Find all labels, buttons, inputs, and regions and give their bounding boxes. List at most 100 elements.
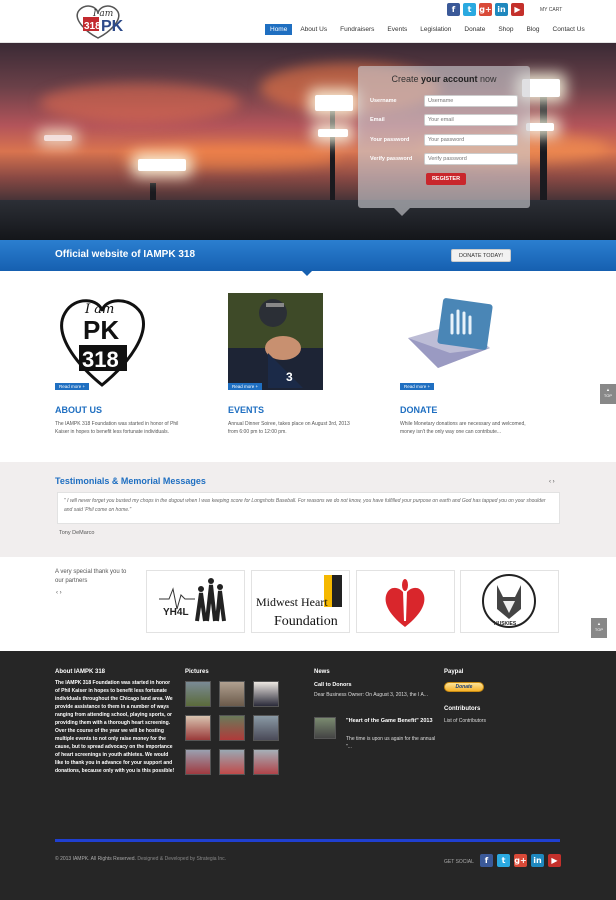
partners-text: A very special thank you to our partners <box>55 569 127 584</box>
footer-divider <box>55 839 560 842</box>
official-band: Official website of IAMPK 318 DONATE TOD… <box>0 240 616 276</box>
about-read-more-button[interactable]: Read more + <box>55 383 90 390</box>
top-label: TOP <box>594 627 604 632</box>
testimonial-quote: " I will never forget you busted my chop… <box>57 492 560 524</box>
gallery-thumbnail[interactable] <box>185 749 211 775</box>
svg-text:Foundation: Foundation <box>274 614 338 629</box>
gallery-thumbnail[interactable] <box>219 681 245 707</box>
main-nav: Home About Us Fundraisers Events Legisla… <box>265 24 593 35</box>
band-notch <box>302 271 312 276</box>
google-plus-icon[interactable]: g+ <box>514 854 527 867</box>
scroll-to-top-button[interactable]: ▲ TOP <box>600 384 616 404</box>
scroll-to-top-button-2[interactable]: ▲ TOP <box>591 618 607 638</box>
nav-blog[interactable]: Blog <box>522 24 545 35</box>
register-title: Create your account now <box>391 74 497 84</box>
verify-password-label: Verify password <box>370 156 413 162</box>
svg-text:3: 3 <box>286 370 293 384</box>
footer-pictures-heading: Pictures <box>185 669 209 675</box>
events-read-more-button[interactable]: Read more + <box>228 383 263 390</box>
linkedin-icon[interactable]: in <box>495 3 508 16</box>
twitter-icon[interactable]: t <box>497 854 510 867</box>
nav-fundraisers[interactable]: Fundraisers <box>335 24 379 35</box>
donate-today-button[interactable]: DONATE TODAY! <box>451 249 511 262</box>
get-social-label: GET SOCIAL <box>444 859 474 865</box>
register-button[interactable]: REGISTER <box>426 173 466 185</box>
stadium-light <box>318 129 348 137</box>
yh4l-logo: YH4L <box>159 578 226 622</box>
events-heading[interactable]: EVENTS <box>228 405 264 415</box>
nav-donate[interactable]: Donate <box>459 24 490 35</box>
stadium-light <box>138 159 186 171</box>
gallery-thumbnail[interactable] <box>219 749 245 775</box>
news-item-excerpt: Dear Business Owner: On August 3, 2013, … <box>314 692 428 698</box>
paypal-donate-button[interactable]: Donate <box>444 682 484 692</box>
youtube-icon[interactable]: ▶ <box>511 3 524 16</box>
band-title: Official website of IAMPK 318 <box>55 249 196 260</box>
about-heading[interactable]: ABOUT US <box>55 405 102 415</box>
password-input[interactable] <box>424 134 518 146</box>
twitter-icon[interactable]: t <box>463 3 476 16</box>
contributors-link[interactable]: List of Contributors <box>444 717 486 725</box>
svg-text:Midwest Heart: Midwest Heart <box>256 595 328 609</box>
sky-cloud <box>40 83 240 123</box>
gallery-thumbnail[interactable] <box>185 715 211 741</box>
donate-envelope-image <box>400 293 495 390</box>
site-header: I am 318 PK f t g+ in ▶ MY CART Home Abo… <box>0 0 616 43</box>
testimonial-author: Tony DeMarco <box>59 530 95 536</box>
gallery-thumbnail[interactable] <box>253 715 279 741</box>
header-social-links: f t g+ in ▶ <box>447 3 524 16</box>
svg-text:318: 318 <box>82 347 119 372</box>
events-text: Annual Dinner Soiree, takes place on Aug… <box>228 421 350 435</box>
gallery-thumbnail[interactable] <box>185 681 211 707</box>
footer-about-text: The IAMPK 318 Foundation was started in … <box>55 680 175 774</box>
facebook-icon[interactable]: f <box>480 854 493 867</box>
news-thumbnail[interactable] <box>314 717 336 739</box>
youtube-icon[interactable]: ▶ <box>548 854 561 867</box>
testimonials-heading: Testimonials & Memorial Messages <box>55 476 206 486</box>
stadium-light <box>526 123 554 131</box>
partners-arrows[interactable]: ‹ › <box>56 590 62 596</box>
linkedin-icon[interactable]: in <box>531 854 544 867</box>
news-item-excerpt: The time is upon us again for the annual… <box>346 736 436 750</box>
donate-read-more-button[interactable]: Read more + <box>400 383 435 390</box>
google-plus-icon[interactable]: g+ <box>479 3 492 16</box>
password-label: Your password <box>370 137 410 143</box>
svg-text:PK: PK <box>83 315 119 345</box>
facebook-icon[interactable]: f <box>447 3 460 16</box>
huskies-logo: HUSKIES <box>482 574 536 628</box>
footer-paypal-heading: Paypal <box>444 669 464 675</box>
news-item-title[interactable]: "Heart of the Game Benefit" 2013 <box>346 717 436 725</box>
gallery-thumbnail[interactable] <box>253 749 279 775</box>
partner-logo-huskies[interactable]: HUSKIES <box>460 570 559 633</box>
top-label: TOP <box>603 393 613 398</box>
nav-events[interactable]: Events <box>382 24 412 35</box>
stadium-light <box>44 135 72 141</box>
hero-banner: Create your account now Username Email Y… <box>0 43 616 240</box>
testimonial-arrows[interactable]: ‹ › <box>549 479 555 485</box>
gallery-thumbnail[interactable] <box>253 681 279 707</box>
footer-social-links: f t g+ in ▶ <box>480 854 561 867</box>
nav-shop[interactable]: Shop <box>493 24 518 35</box>
copyright-text: © 2013 IAMPK. All Rights Reserved. Desig… <box>55 856 227 862</box>
partner-logo-midwest-heart[interactable]: Midwest Heart Foundation <box>251 570 350 633</box>
email-label: Email <box>370 117 385 123</box>
nav-home[interactable]: Home <box>265 24 293 35</box>
partner-logo-aha[interactable] <box>356 570 455 633</box>
site-logo[interactable]: I am 318 PK <box>70 4 140 40</box>
footer-news-heading: News <box>314 669 330 675</box>
nav-legislation[interactable]: Legislation <box>415 24 456 35</box>
about-text: The IAMPK 318 Foundation was started in … <box>55 421 179 435</box>
partner-logo-yh4l[interactable]: YH4L <box>146 570 245 633</box>
gallery-thumbnail[interactable] <box>219 715 245 741</box>
iampk-logo-image: I am PK 318 <box>55 293 150 390</box>
email-input[interactable] <box>424 114 518 126</box>
donate-heading[interactable]: DONATE <box>400 405 437 415</box>
news-item-title[interactable]: Call to Donors <box>314 682 352 688</box>
partners-section: A very special thank you to our partners… <box>0 557 616 651</box>
stadium-light <box>315 95 353 111</box>
nav-contact-us[interactable]: Contact Us <box>548 24 590 35</box>
username-input[interactable] <box>424 95 518 107</box>
verify-password-input[interactable] <box>424 153 518 165</box>
nav-about-us[interactable]: About Us <box>295 24 332 35</box>
my-cart-link[interactable]: MY CART <box>540 7 562 13</box>
